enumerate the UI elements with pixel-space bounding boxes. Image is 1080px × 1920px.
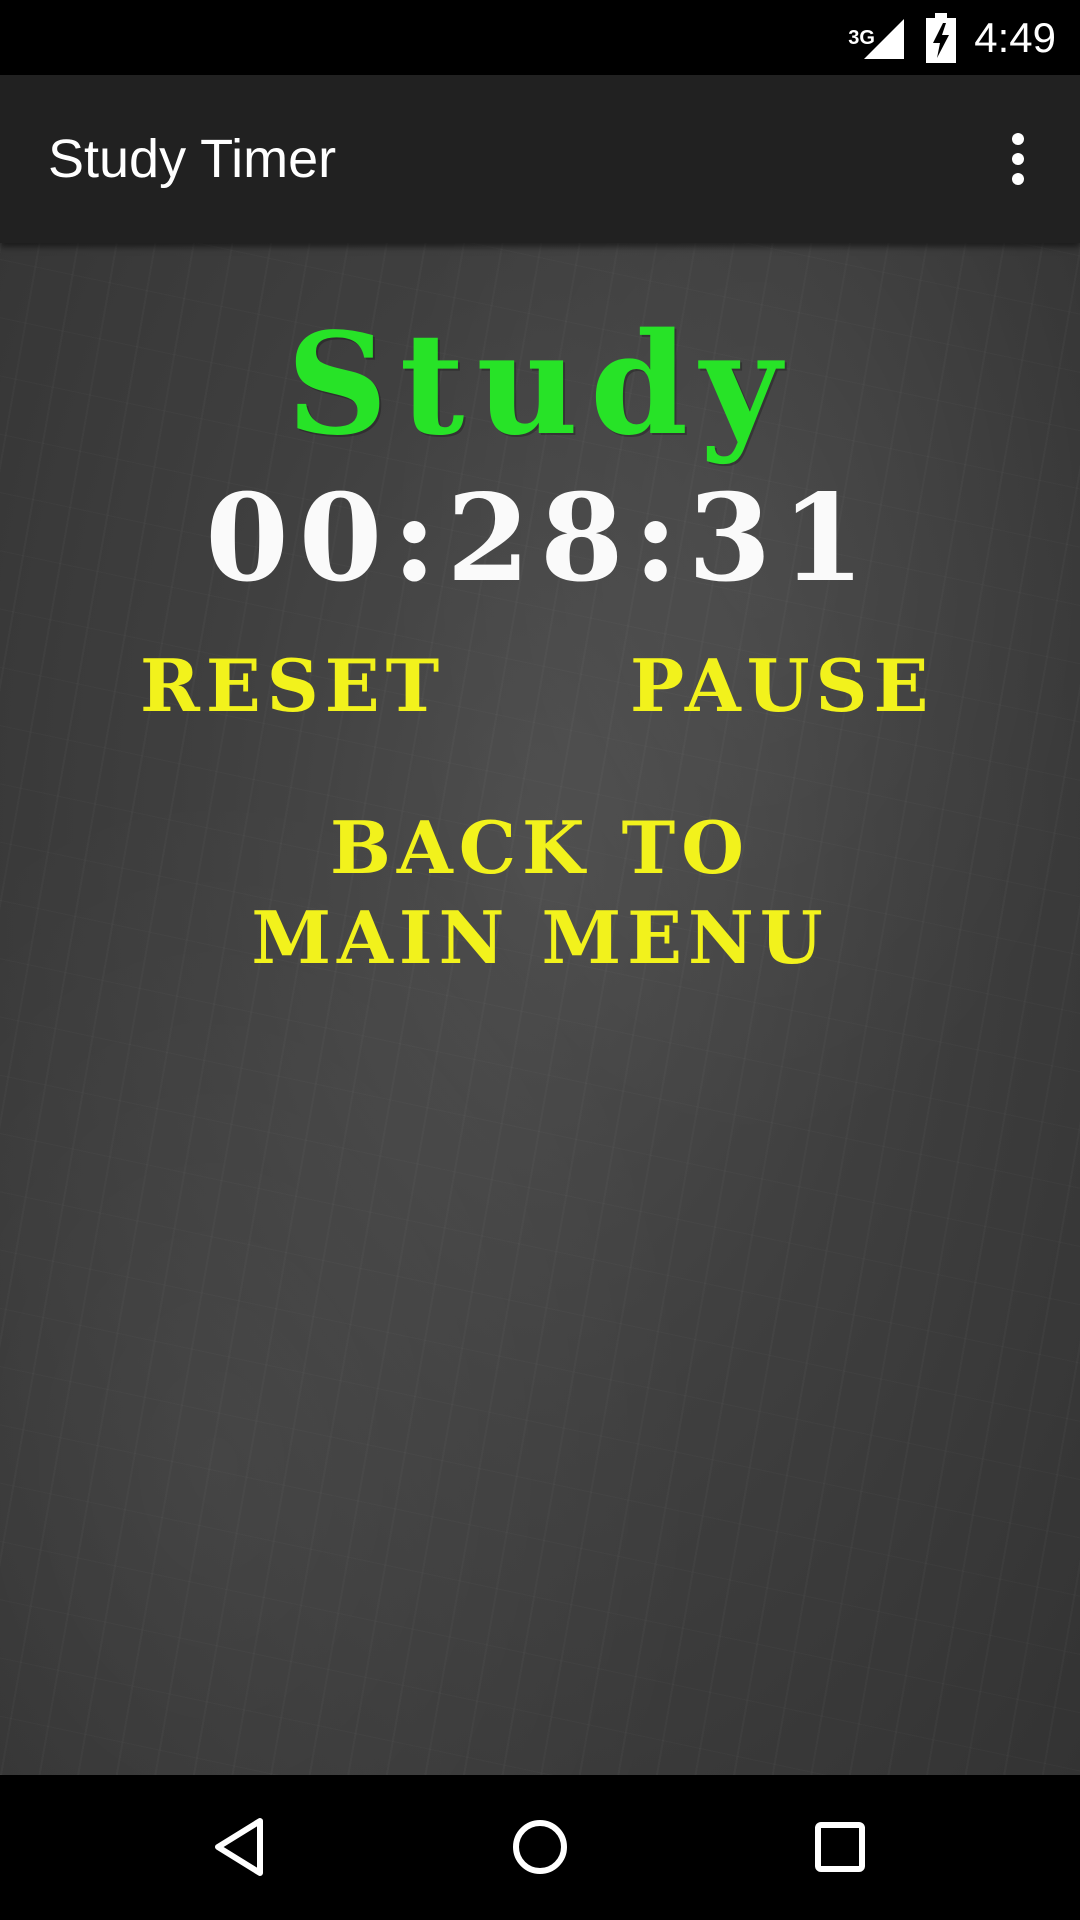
navigation-bar xyxy=(0,1775,1080,1920)
status-clock: 4:49 xyxy=(974,13,1056,61)
status-icons: 3G 4:49 xyxy=(848,0,1056,75)
battery-charging-icon xyxy=(926,12,957,63)
signal-icon xyxy=(864,18,905,59)
app-bar: Study Timer xyxy=(0,75,1080,243)
app-title: Study Timer xyxy=(48,129,337,189)
nav-home-icon[interactable] xyxy=(500,1807,580,1887)
back-to-main-menu-button[interactable]: BACK TO MAIN MENU xyxy=(190,803,890,983)
overflow-dot xyxy=(1012,173,1024,185)
signal-indicator: 3G xyxy=(848,13,908,63)
nav-back-icon[interactable] xyxy=(200,1807,280,1887)
pause-button[interactable]: PAUSE xyxy=(630,643,930,728)
overflow-dot xyxy=(1012,153,1024,165)
overflow-dot xyxy=(1012,133,1024,145)
reset-button[interactable]: RESET xyxy=(140,643,440,728)
more-vert-icon[interactable] xyxy=(986,127,1050,191)
status-bar: 3G 4:49 xyxy=(0,0,1080,75)
mode-label: Study xyxy=(286,303,794,467)
nav-recent-icon[interactable] xyxy=(800,1807,880,1887)
timer-display: 00:28:31 xyxy=(205,468,875,609)
chalkboard-background: Study 00:28:31 RESET PAUSE BACK TO MAIN … xyxy=(0,243,1080,1775)
